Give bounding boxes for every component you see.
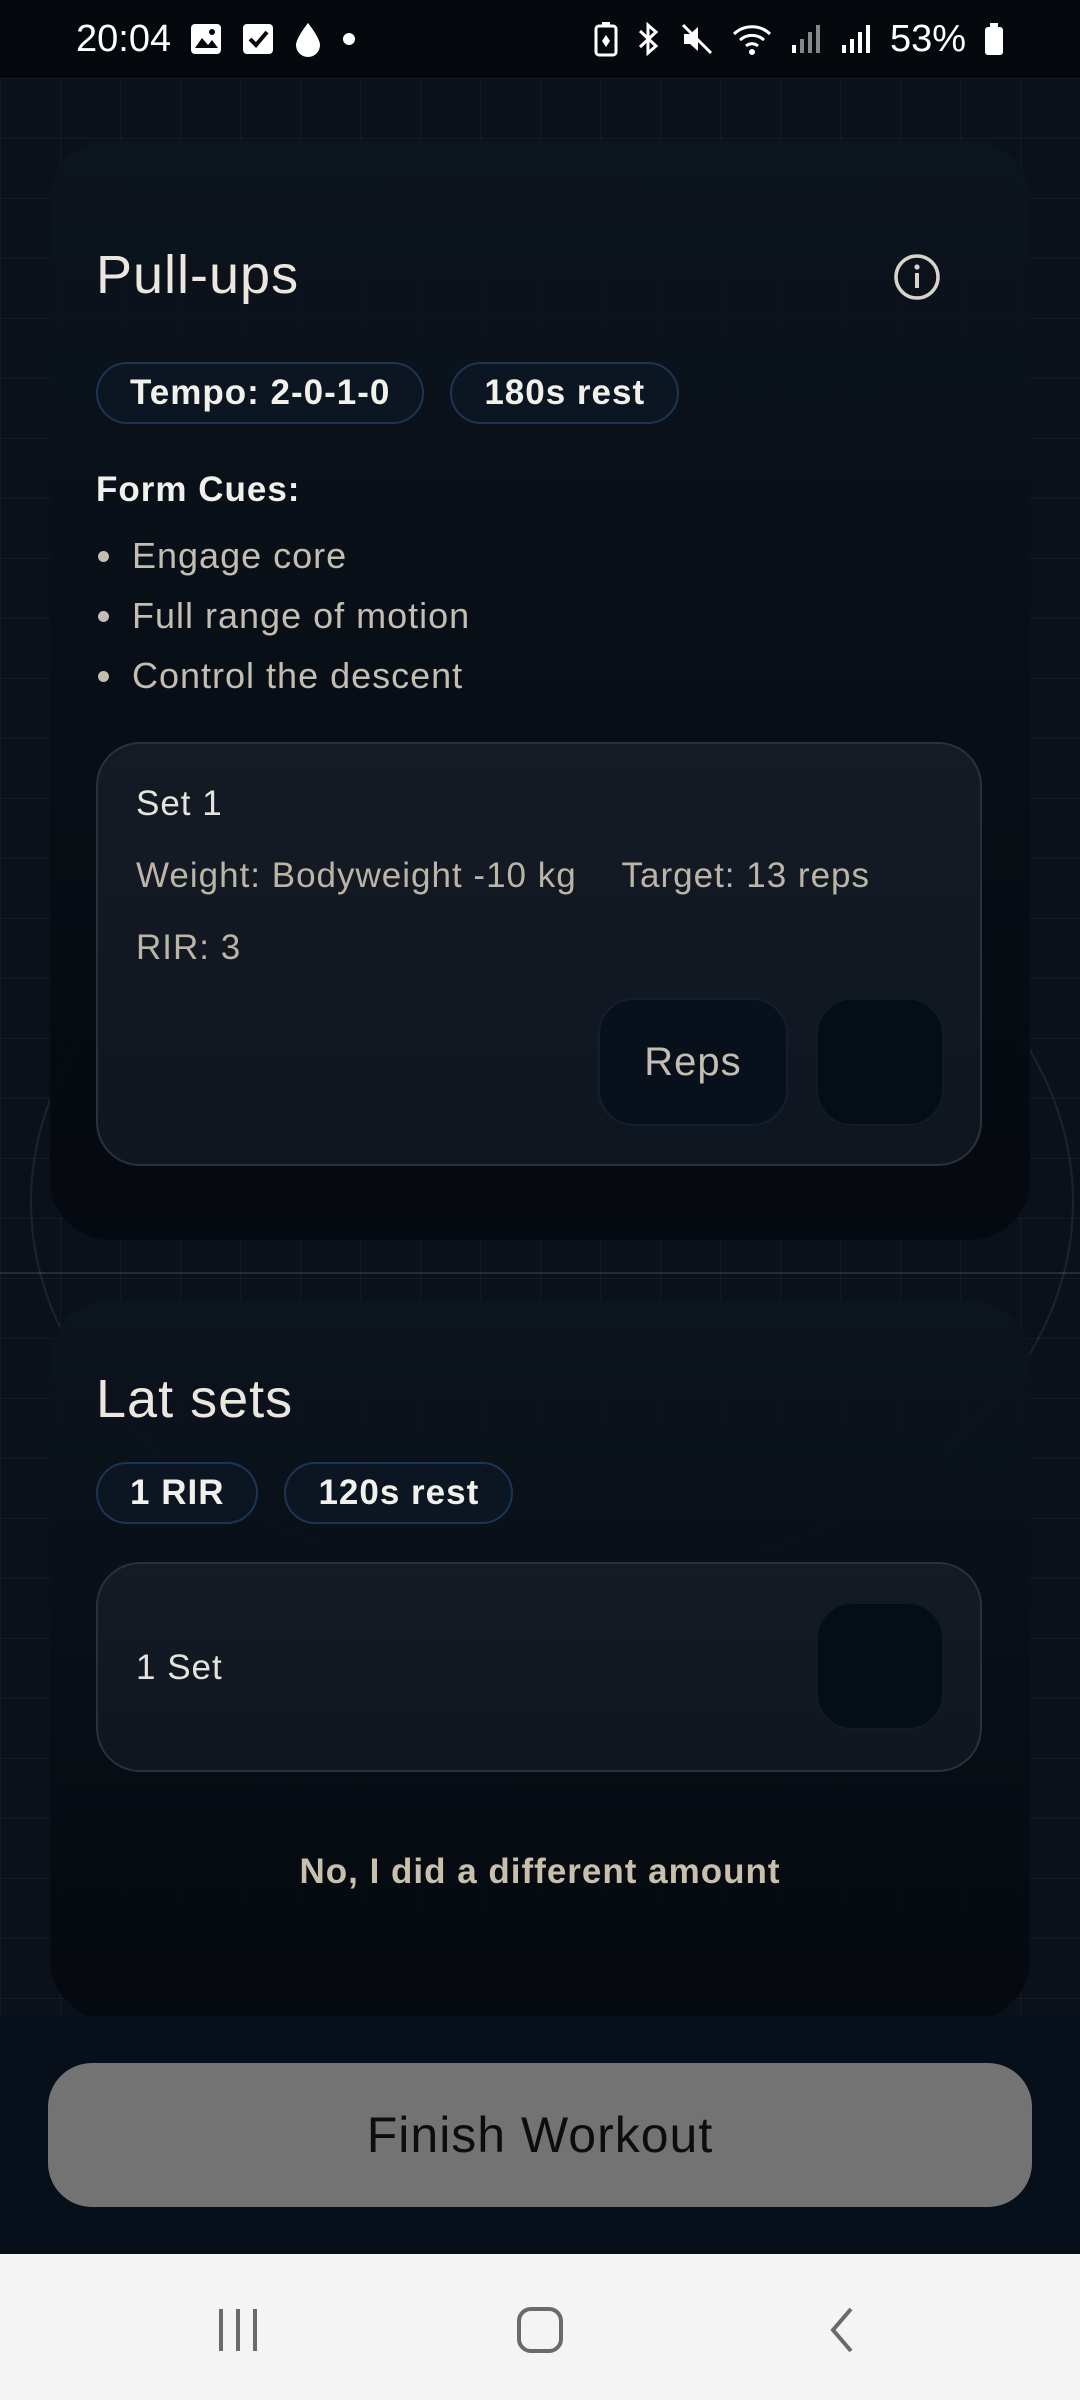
rir-chip: 1 RIR	[96, 1462, 259, 1524]
exercise-title: Pull-ups	[96, 245, 300, 305]
set-rir: RIR: 3	[136, 928, 242, 967]
drop-icon	[293, 21, 323, 57]
status-left: 20:04	[76, 18, 357, 61]
form-cues-label: Form Cues:	[96, 470, 301, 509]
dot-icon	[341, 31, 357, 47]
status-time: 20:04	[76, 17, 172, 60]
finish-workout-button[interactable]: Finish Workout	[48, 2063, 1032, 2207]
status-bar: 20:04 53%	[0, 0, 1080, 78]
form-cue-item: Control the descent	[96, 646, 470, 706]
signal-icon	[790, 23, 822, 55]
gallery-icon	[189, 22, 223, 56]
rest-chip: 180s rest	[450, 362, 680, 424]
form-cues-list: Engage core Full range of motion Control…	[96, 526, 470, 706]
set-title: Set 1	[136, 784, 223, 823]
background-line	[0, 1272, 1080, 1274]
back-icon[interactable]	[804, 2290, 884, 2370]
recent-apps-icon[interactable]	[198, 2290, 278, 2370]
rest-chip: 120s rest	[284, 1462, 514, 1524]
battery-percentage: 53%	[889, 17, 966, 60]
exercise-chips: Tempo: 2-0-1-0 180s rest	[96, 362, 680, 424]
set-complete-checkbox[interactable]	[816, 998, 944, 1126]
battery-saver-icon	[594, 21, 618, 57]
battery-icon	[984, 22, 1004, 56]
exercise-card-pullups: Pull-ups Tempo: 2-0-1-0 180s rest Form C…	[50, 140, 1030, 1240]
form-cue-item: Engage core	[96, 526, 470, 586]
set-target: Target: 13 reps	[621, 856, 870, 895]
set-row: Set 1 Weight: Bodyweight -10 kg Target: …	[96, 742, 982, 1166]
reps-input[interactable]: Reps	[598, 998, 788, 1126]
mute-icon	[680, 22, 714, 56]
wifi-icon	[732, 22, 772, 56]
set-weight: Weight: Bodyweight -10 kg	[136, 856, 577, 895]
lat-set-row: 1 Set	[96, 1562, 982, 1772]
different-amount-link[interactable]: No, I did a different amount	[50, 1852, 1030, 1892]
signal-icon	[840, 23, 872, 55]
bluetooth-icon	[636, 21, 662, 57]
exercise-title: Lat sets	[96, 1369, 294, 1429]
navigation-bar	[0, 2254, 1080, 2400]
set-count-label: 1 Set	[136, 1648, 223, 1687]
info-icon[interactable]	[892, 252, 942, 302]
set-weight-target: Weight: Bodyweight -10 kg Target: 13 rep…	[136, 856, 870, 896]
status-right: 53%	[594, 18, 1004, 61]
tempo-chip: Tempo: 2-0-1-0	[96, 362, 425, 424]
form-cue-item: Full range of motion	[96, 586, 470, 646]
exercise-chips: 1 RIR 120s rest	[96, 1462, 514, 1524]
set-complete-checkbox[interactable]	[816, 1602, 944, 1730]
home-icon[interactable]	[500, 2290, 580, 2370]
checkbox-icon	[241, 22, 275, 56]
